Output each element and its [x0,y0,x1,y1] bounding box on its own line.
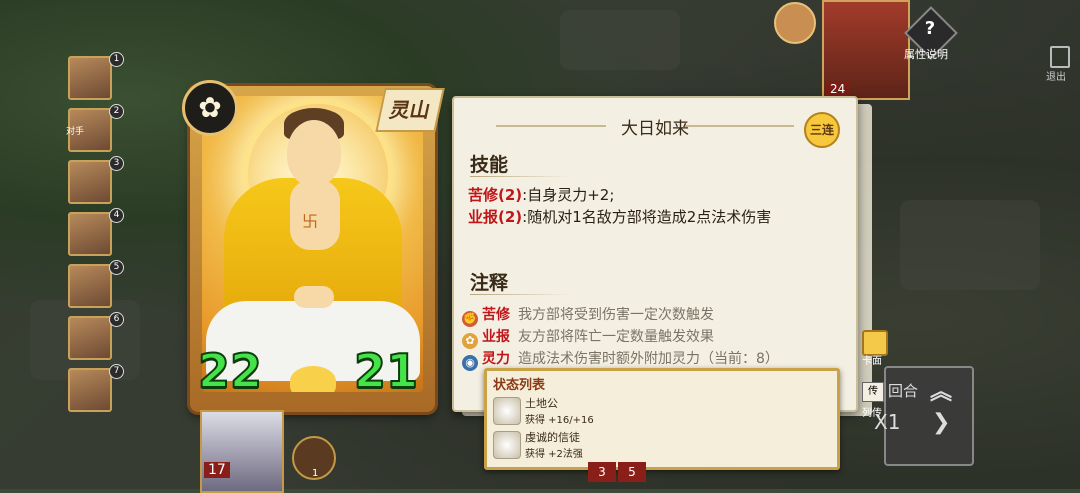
skill-name: 苦修(2) [468,186,523,204]
skill-row: 业报(2):随机对1名敌方部将造成2点法术伤害 [468,206,771,227]
coin-value: 1 [312,468,319,479]
roster-player-6[interactable]: 6 [68,312,124,360]
tudigong-icon [493,397,521,425]
note-row: ✿ 业报 友方部将阵亡一定数量触发效果 [462,326,714,349]
combo-badge: 三连 [804,112,840,148]
biography-icon[interactable]: 传 [862,382,884,402]
head-shape [287,120,341,186]
roster-player-5[interactable]: 5 [68,260,124,308]
skills-divider [470,176,570,177]
note-name: 业报 [482,329,510,345]
hero-title: 大日如来 [621,119,689,139]
slot-number: 5 [618,462,646,482]
muscle-icon: ✊ [462,311,478,327]
roster-player-3[interactable]: 3 [68,156,124,204]
body-symbol: 卐 [302,212,319,231]
status-name: 虔诚的信徒 [525,431,580,444]
note-name: 灵力 [482,351,510,367]
slot-number: 3 [588,462,616,482]
skill-row: 苦修(2):自身灵力+2; [468,184,614,205]
status-list-popup: 状态列表 土地公 获得 +16/+16 虔诚的信徒 获得 +2法强 [484,368,840,470]
notes-divider [470,294,570,295]
notes-header: 注释 [470,272,509,294]
biography-label: 列传 [862,408,882,419]
note-text: 我方部将受到伤害一定次数触发 [518,307,714,323]
roster-player-2[interactable]: 对手 2 [66,104,124,152]
question-icon: ? [924,18,936,39]
enemy-avatar[interactable] [774,2,816,44]
roster-player-1[interactable]: 1 [68,52,124,100]
hand-card[interactable] [200,410,284,493]
devotee-icon [493,431,521,459]
status-item[interactable]: 虔诚的信徒 获得 +2法强 [493,429,823,461]
status-desc: 获得 +16/+16 [525,415,594,426]
exit-label: 退出 [1046,72,1066,83]
round-label: 回合 [888,382,919,400]
skill-text: :随机对1名敌方部将造成2点法术伤害 [522,208,772,226]
status-item[interactable]: 土地公 获得 +16/+16 [493,395,823,427]
lotus-icon: ✿ [462,333,478,349]
status-desc: 获得 +2法强 [525,449,583,460]
card-face-label: 卡面 [862,356,882,367]
flower-emblem-icon: ✿ [182,80,238,136]
note-row: ✊ 苦修 我方部将受到伤害一定次数触发 [462,304,714,327]
chevron-up-icon[interactable]: ︽ [930,374,952,406]
attack-value: 22 [197,343,263,399]
roster-player-4[interactable]: 4 [68,208,124,256]
hero-detail-panel: 大日如来 三连 技能 苦修(2):自身灵力+2; 业报(2):随机对1名敌方部将… [452,96,858,412]
status-name: 土地公 [525,397,558,410]
enemy-hero-count: 24 [826,82,850,96]
skill-text: :自身灵力+2; [522,186,615,204]
skills-header: 技能 [470,154,509,176]
spirit-icon: ◉ [462,355,478,371]
status-list-header: 状态列表 [493,378,546,393]
skill-name: 业报(2) [468,208,523,226]
lotus-icon [290,366,336,392]
exit-icon[interactable] [1050,46,1070,68]
help-label: 属性说明 [904,48,948,61]
health-value: 21 [353,343,419,399]
hands-shape [294,286,334,308]
note-text: 造成法术伤害时额外附加灵力（当前：8） [518,351,779,367]
roster-player-7[interactable]: 7 [68,364,124,412]
faction-tag: 灵山 [375,88,445,132]
note-name: 苦修 [482,307,510,323]
chevron-right-icon[interactable]: ❯ [932,410,950,435]
hand-card-count: 17 [204,462,230,478]
opponent-label: 对手 [66,127,85,137]
note-text: 友方部将阵亡一定数量触发效果 [518,329,714,345]
player-roster: 1 对手 2 3 4 5 6 7 [64,52,124,420]
